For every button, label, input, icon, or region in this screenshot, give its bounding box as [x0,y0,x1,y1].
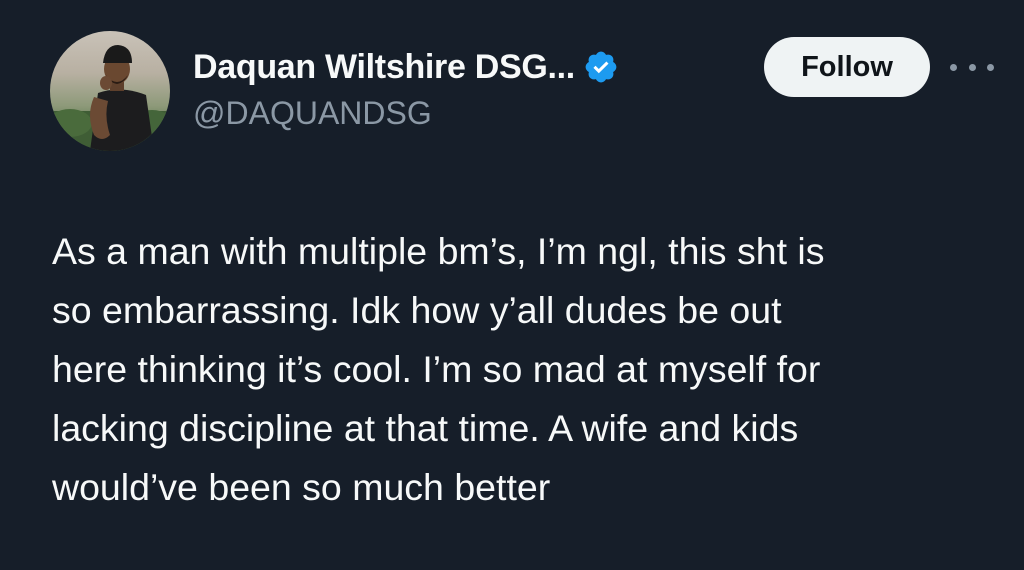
tweet-text-line: would’ve been so much better [52,466,551,508]
tweet-text-line: lacking discipline at that time. A wife … [52,407,799,449]
tweet-text-line: here thinking it’s cool. I’m so mad at m… [52,348,821,390]
more-dot [950,63,957,71]
more-dot [987,63,994,71]
tweet-text: As a man with multiple bm’s, I’m ngl, th… [52,222,1002,517]
author-display-name[interactable]: Daquan Wiltshire DSG... [193,48,575,87]
tweet-card: Daquan Wiltshire DSG... @DAQUANDSG Follo… [0,0,1024,570]
profile-photo-icon [50,45,170,151]
more-dot [968,63,976,71]
author-handle[interactable]: @DAQUANDSG [193,95,432,132]
more-horizontal-icon[interactable] [950,54,994,80]
verified-badge-icon[interactable] [583,49,619,85]
tweet-text-line: so embarrassing. Idk how y’all dudes be … [52,289,782,331]
follow-button[interactable]: Follow [764,37,930,97]
author-name-row: Daquan Wiltshire DSG... [193,44,619,90]
avatar[interactable] [50,31,170,151]
tweet-text-line: As a man with multiple bm’s, I’m ngl, th… [52,230,825,272]
